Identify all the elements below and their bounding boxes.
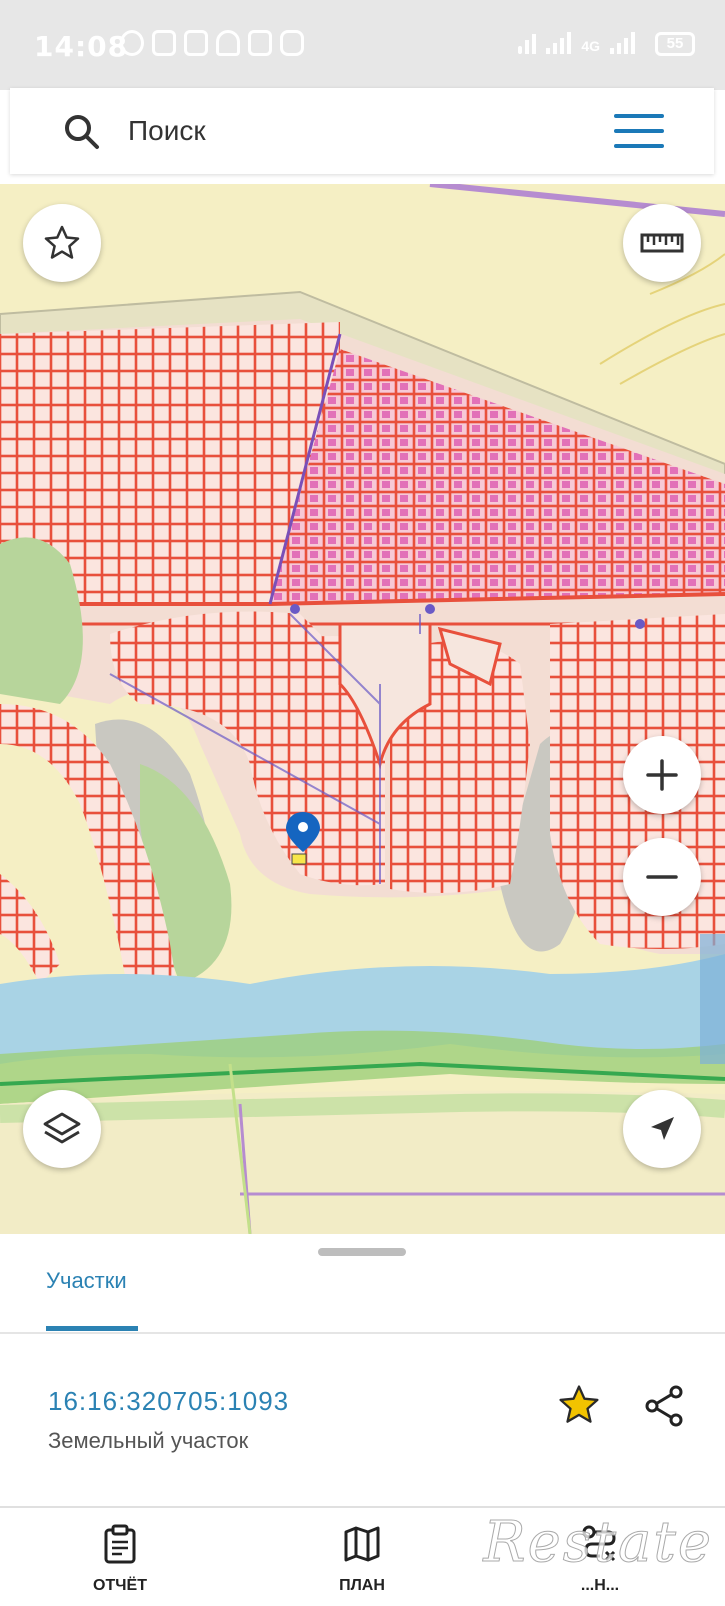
layers-icon xyxy=(43,1112,81,1144)
favorite-star-icon[interactable] xyxy=(556,1382,602,1428)
battery-icon: 55 xyxy=(655,32,695,56)
selected-parcel xyxy=(291,853,307,865)
parcel-cadastral-number[interactable]: 16:16:320705:1093 xyxy=(48,1386,289,1417)
system-status-icons: 4G xyxy=(518,32,635,54)
tab-parcels[interactable]: Участки xyxy=(46,1268,127,1294)
zoom-out-button[interactable] xyxy=(623,838,701,916)
tab-active-indicator xyxy=(46,1326,138,1331)
map-canvas[interactable] xyxy=(0,184,725,1234)
ruler-icon xyxy=(640,233,684,253)
hamburger-menu-icon[interactable] xyxy=(614,114,664,148)
watermark-logo: Restate xyxy=(483,1510,713,1576)
eye-icon xyxy=(120,30,144,56)
status-bar: 14:08 4G 55 xyxy=(0,0,725,90)
cadastral-map[interactable] xyxy=(0,184,725,1234)
signal-icon xyxy=(546,32,572,54)
ruler-button[interactable] xyxy=(623,204,701,282)
nav-report[interactable]: ОТЧЁТ xyxy=(60,1524,180,1595)
nav-report-label: ОТЧЁТ xyxy=(93,1577,147,1594)
zoom-in-button[interactable] xyxy=(623,736,701,814)
instagram-icon xyxy=(280,30,304,56)
parcel-card[interactable]: 16:16:320705:1093 Земельный участок xyxy=(0,1334,725,1504)
parcel-type: Земельный участок xyxy=(48,1428,249,1453)
star-icon xyxy=(44,225,80,259)
search-icon[interactable] xyxy=(62,112,102,152)
minus-icon xyxy=(646,875,678,879)
nfc-icon xyxy=(152,30,176,56)
headphones-icon xyxy=(216,30,240,56)
sheet-drag-handle[interactable] xyxy=(318,1248,406,1256)
notification-icons xyxy=(120,30,304,56)
navigation-arrow-icon xyxy=(651,1117,674,1140)
my-location-button[interactable] xyxy=(623,1090,701,1168)
layers-button[interactable] xyxy=(23,1090,101,1168)
wifi-icon xyxy=(518,34,537,54)
nav-route-label: ...Н... xyxy=(580,1577,620,1594)
app-icon xyxy=(184,30,208,56)
status-time: 14:08 xyxy=(34,30,129,63)
network-type: 4G xyxy=(581,38,600,54)
map-icon xyxy=(344,1526,380,1562)
clipboard-icon xyxy=(104,1524,136,1564)
favorites-button[interactable] xyxy=(23,204,101,282)
plus-icon xyxy=(646,759,678,791)
search-bar[interactable]: Поиск xyxy=(10,88,714,174)
search-input[interactable]: Поиск xyxy=(128,115,206,147)
gallery-icon xyxy=(248,30,272,56)
signal-icon-2 xyxy=(610,32,635,54)
nav-plan-label: ПЛАН xyxy=(339,1577,385,1594)
share-icon[interactable] xyxy=(642,1384,686,1428)
nav-plan[interactable]: ПЛАН xyxy=(302,1524,422,1595)
